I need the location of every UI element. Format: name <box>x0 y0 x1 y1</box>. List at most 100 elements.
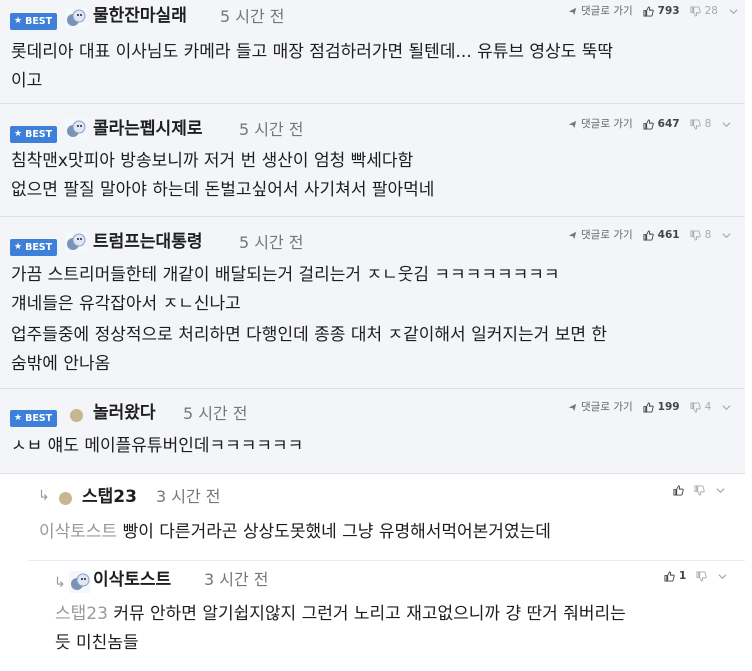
reply-link-label: 댓글로 가기 <box>581 229 633 241</box>
best-badge: ★ BEST <box>10 410 58 427</box>
thumbs-down-icon[interactable] <box>690 229 701 241</box>
thumbs-down-icon[interactable] <box>690 5 701 17</box>
comment-item: ★ BEST 물한잔마실래 5 시간 전 댓글로 가기 793 28 롯데리아 … <box>0 0 745 104</box>
reply-item: ↳ 스탭23 3 시간 전 이삭토스트 빵이 다른거라곤 상상도못했네 그냥 유… <box>28 474 745 561</box>
thumbs-down-icon[interactable] <box>690 401 701 413</box>
comment-time: 5 시간 전 <box>239 233 304 252</box>
reply-body-line: 듯 미친놈들 <box>55 633 139 653</box>
star-icon: ★ <box>14 413 23 423</box>
reply-link-label: 댓글로 가기 <box>581 401 633 413</box>
user-avatar <box>70 409 83 422</box>
reply-link[interactable]: 댓글로 가기 <box>567 228 633 242</box>
thumbs-up-icon[interactable] <box>643 5 654 17</box>
chevron-down-icon[interactable] <box>715 485 726 496</box>
downvote-count: 28 <box>704 5 718 17</box>
comment-time: 5 시간 전 <box>220 7 285 26</box>
comment-body-line: 걔네들은 유각잡아서 ㅈㄴ신나고 <box>11 294 241 314</box>
comment-nickname[interactable]: 놀러왔다 <box>93 402 156 424</box>
comment-time: 3 시간 전 <box>156 487 221 506</box>
user-avatar <box>65 231 87 253</box>
comment-body-line: 가끔 스트리머들한테 개같이 배달되는거 걸리는거 ㅈㄴ웃김 ㅋㅋㅋㅋㅋㅋㅋㅋ <box>11 265 560 285</box>
reply-arrow-icon <box>568 403 577 411</box>
thumbs-up-icon[interactable] <box>643 401 654 413</box>
comment-item: ★ BEST 트럼프는대통령 5 시간 전 댓글로 가기 461 8 가끔 스트… <box>0 217 745 389</box>
comment-list: ★ BEST 물한잔마실래 5 시간 전 댓글로 가기 793 28 롯데리아 … <box>0 0 752 671</box>
upvote-count: 199 <box>657 401 680 413</box>
best-badge: ★ BEST <box>10 13 58 30</box>
reply-target-nickname[interactable]: 이삭토스트 <box>39 522 117 542</box>
best-label: BEST <box>25 16 53 27</box>
comment-actions: 댓글로 가기 793 28 <box>567 4 739 18</box>
comment-nickname[interactable]: 트럼프는대통령 <box>93 231 202 253</box>
star-icon: ★ <box>14 242 23 252</box>
comment-actions: 1 <box>664 569 728 583</box>
comment-item: ★ BEST 놀러왔다 5 시간 전 댓글로 가기 199 4 ㅅㅂ 얘도 메이… <box>0 389 745 474</box>
upvote-count: 1 <box>679 570 687 582</box>
comment-time: 5 시간 전 <box>239 120 304 139</box>
upvote-count: 461 <box>657 229 680 241</box>
comment-body-line: 롯데리아 대표 이사님도 카메라 들고 매장 점검하러가면 될텐데... 유튜브… <box>11 42 614 62</box>
chevron-down-icon[interactable] <box>717 571 728 582</box>
best-label: BEST <box>25 413 53 424</box>
thumbs-down-icon[interactable] <box>696 570 708 582</box>
chevron-down-icon[interactable] <box>728 6 739 17</box>
thumbs-up-icon[interactable] <box>664 570 675 582</box>
reply-arrow-icon <box>568 231 577 239</box>
comment-nickname[interactable]: 스탭23 <box>82 486 137 508</box>
comment-body-line: 이고 <box>11 71 43 91</box>
upvote-count: 647 <box>657 118 680 130</box>
reply-link-label: 댓글로 가기 <box>581 118 633 130</box>
thumbs-down-icon[interactable] <box>694 485 705 496</box>
chevron-down-icon[interactable] <box>721 119 732 130</box>
best-badge: ★ BEST <box>10 126 58 143</box>
comment-body-line: 침착맨x맛피아 방송보니까 저거 번 생산이 엄청 빡세다함 <box>11 151 414 171</box>
reply-link[interactable]: 댓글로 가기 <box>567 117 633 131</box>
user-avatar <box>69 571 91 593</box>
downvote-count: 8 <box>704 118 712 130</box>
user-avatar <box>59 492 72 505</box>
comment-actions: 댓글로 가기 461 8 <box>567 228 732 242</box>
chevron-down-icon[interactable] <box>721 402 732 413</box>
comment-nickname[interactable]: 콜라는펩시제로 <box>93 118 202 140</box>
comment-actions: 댓글로 가기 647 8 <box>567 117 732 131</box>
downvote-count: 4 <box>704 401 712 413</box>
reply-body: 스탭23 커뮤 안하면 알기쉽지않지 그런거 노리고 재고없으니까 걍 딴거 줘… <box>55 600 626 629</box>
comment-nickname[interactable]: 이삭토스트 <box>93 569 171 591</box>
star-icon: ★ <box>14 16 23 26</box>
reply-indent-icon: ↳ <box>38 488 50 504</box>
upvote-count: 793 <box>657 5 680 17</box>
comment-body-line: 없으면 팔질 말아야 하는데 돈벌고싶어서 사기쳐서 팔아먹네 <box>11 180 435 200</box>
user-avatar <box>65 118 87 140</box>
comment-time: 5 시간 전 <box>183 404 248 423</box>
comment-actions: 댓글로 가기 199 4 <box>567 400 732 414</box>
thumbs-up-icon[interactable] <box>643 118 654 130</box>
reply-body: 이삭토스트 빵이 다른거라곤 상상도못했네 그냥 유명해서먹어본거였는데 <box>39 518 551 547</box>
reply-indent-icon: ↳ <box>54 575 66 591</box>
reply-arrow-icon <box>568 7 577 15</box>
user-avatar <box>65 7 87 29</box>
comment-item: ★ BEST 콜라는펩시제로 5 시간 전 댓글로 가기 647 8 침착맨x맛… <box>0 104 745 217</box>
reply-link[interactable]: 댓글로 가기 <box>567 400 633 414</box>
comment-body-line: 숨밖에 안나옴 <box>11 354 111 374</box>
reply-item: ↳ 이삭토스트 3 시간 전 1 스탭23 커뮤 안하면 알기쉽지않지 그런거 … <box>44 561 745 671</box>
reply-body-line: 빵이 다른거라곤 상상도못했네 그냥 유명해서먹어본거였는데 <box>122 522 551 542</box>
reply-target-nickname[interactable]: 스탭23 <box>55 604 108 624</box>
thumbs-down-icon[interactable] <box>690 118 701 130</box>
downvote-count: 8 <box>704 229 712 241</box>
comment-time: 3 시간 전 <box>204 570 269 589</box>
reply-arrow-icon <box>568 120 577 128</box>
comment-body-line: 업주들중에 정상적으로 처리하면 다행인데 종종 대처 ㅈ같이해서 일커지는거 … <box>11 325 608 345</box>
comment-nickname[interactable]: 물한잔마실래 <box>93 5 187 27</box>
reply-link-label: 댓글로 가기 <box>581 5 633 17</box>
best-badge: ★ BEST <box>10 239 58 256</box>
thumbs-up-icon[interactable] <box>673 485 684 496</box>
best-label: BEST <box>25 242 53 253</box>
comment-actions <box>673 485 726 496</box>
thumbs-up-icon[interactable] <box>643 229 654 241</box>
reply-link[interactable]: 댓글로 가기 <box>567 4 633 18</box>
best-label: BEST <box>25 129 53 140</box>
star-icon: ★ <box>14 129 23 139</box>
chevron-down-icon[interactable] <box>721 230 732 241</box>
reply-body-line: 커뮤 안하면 알기쉽지않지 그런거 노리고 재고없으니까 걍 딴거 줘버리는 <box>113 604 626 624</box>
comment-body-line: ㅅㅂ 얘도 메이플유튜버인데ㅋㅋㅋㅋㅋㅋ <box>11 436 304 456</box>
